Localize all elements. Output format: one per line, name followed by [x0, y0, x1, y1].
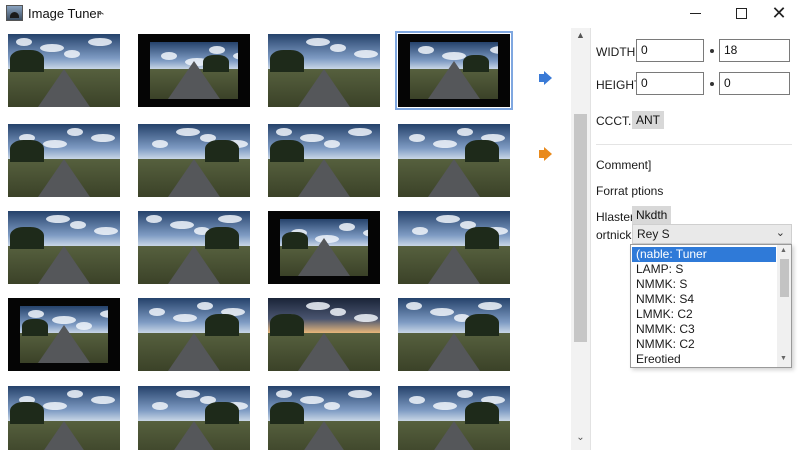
thumbnail[interactable] [268, 124, 380, 197]
thumbnail[interactable] [8, 124, 120, 197]
dropdown-scroll-thumb[interactable] [780, 259, 789, 297]
dropdown-scrollbar[interactable]: ▲ ▼ [777, 245, 791, 367]
thumbnail[interactable] [398, 211, 510, 284]
speaker-blue-icon[interactable] [537, 70, 555, 86]
width-field-2[interactable]: 18 [719, 39, 790, 62]
thumbnail[interactable] [398, 298, 510, 371]
title-bar: Image Tuner ⌁ ✕ [0, 0, 800, 27]
height-field-2[interactable]: 0 [719, 72, 790, 95]
hlaster-label: Hlaster [596, 210, 635, 224]
thumbnail[interactable] [8, 386, 120, 450]
thumbnail[interactable] [138, 34, 250, 107]
combo-value: Rey S [637, 227, 670, 241]
width-field-1[interactable]: 0 [636, 39, 704, 62]
dropdown-option[interactable]: NMMK: S4 [632, 292, 776, 307]
dropdown-option[interactable]: NMMK: C3 [632, 322, 776, 337]
ccct-label: CCCT. [596, 114, 632, 128]
thumbnail[interactable] [268, 34, 380, 107]
preset-combobox[interactable]: Rey S ⌄ [632, 224, 792, 244]
height-field-1[interactable]: 0 [636, 72, 704, 95]
window-title: Image Tuner [28, 6, 101, 21]
thumbnail[interactable] [138, 386, 250, 450]
divider [596, 144, 792, 145]
thumbnail[interactable] [398, 386, 510, 450]
width-label: WIDTH: [596, 45, 639, 59]
dropdown-option[interactable]: LAMP: S [632, 262, 776, 277]
scroll-up-icon[interactable]: ▲ [571, 30, 590, 44]
scrollbar-thumb[interactable] [574, 114, 587, 342]
close-button[interactable]: ✕ [756, 0, 800, 27]
thumbnail[interactable] [138, 298, 250, 371]
scroll-down-icon[interactable]: ▼ [780, 355, 787, 362]
title-suffix: ⌁ [97, 6, 105, 20]
separator-dot [710, 82, 714, 86]
thumbnail[interactable] [395, 31, 513, 110]
thumbnail[interactable] [8, 211, 120, 284]
thumbnail[interactable] [268, 298, 380, 371]
minimize-button[interactable] [672, 0, 718, 27]
comment-label: Comment] [596, 158, 652, 172]
hlaster-chip[interactable]: Nkdth [632, 206, 672, 224]
dropdown-option[interactable]: Ereotied [632, 352, 776, 367]
dropdown-option[interactable]: LMMK: C2 [632, 307, 776, 322]
dropdown-option[interactable]: NMMK: S [632, 277, 776, 292]
dropdown-option[interactable]: NMMK: C2 [632, 337, 776, 352]
preset-dropdown: ▲ ▼ (nable: Tuner LAMP: S NMMK: S NMMK: S4 L… [630, 244, 792, 368]
chevron-down-icon[interactable]: ⌄ [776, 226, 785, 239]
minimize-icon [689, 13, 701, 14]
close-icon: ✕ [771, 2, 787, 24]
format-options-label: Forrat ptions [596, 184, 664, 198]
thumbnail[interactable] [268, 211, 380, 284]
speaker-orange-icon[interactable] [537, 146, 555, 162]
scroll-up-icon[interactable]: ▲ [780, 247, 787, 254]
thumbnail[interactable] [138, 211, 250, 284]
separator-dot [710, 49, 714, 53]
maximize-icon [735, 8, 747, 19]
ccct-button[interactable]: ANT [632, 111, 664, 129]
thumbnail[interactable] [8, 34, 120, 107]
scroll-down-icon[interactable]: ⌄ [571, 432, 590, 446]
thumbnail[interactable] [398, 124, 510, 197]
thumbnail[interactable] [268, 386, 380, 450]
thumbnail-grid [0, 28, 590, 450]
ortnick-label: ortnick [596, 228, 632, 242]
thumbnail[interactable] [8, 298, 120, 371]
thumbnail[interactable] [138, 124, 250, 197]
grid-scrollbar[interactable]: ▲ ⌄ [571, 28, 590, 450]
dropdown-option[interactable]: (nable: Tuner [632, 247, 776, 262]
app-icon [6, 5, 23, 21]
